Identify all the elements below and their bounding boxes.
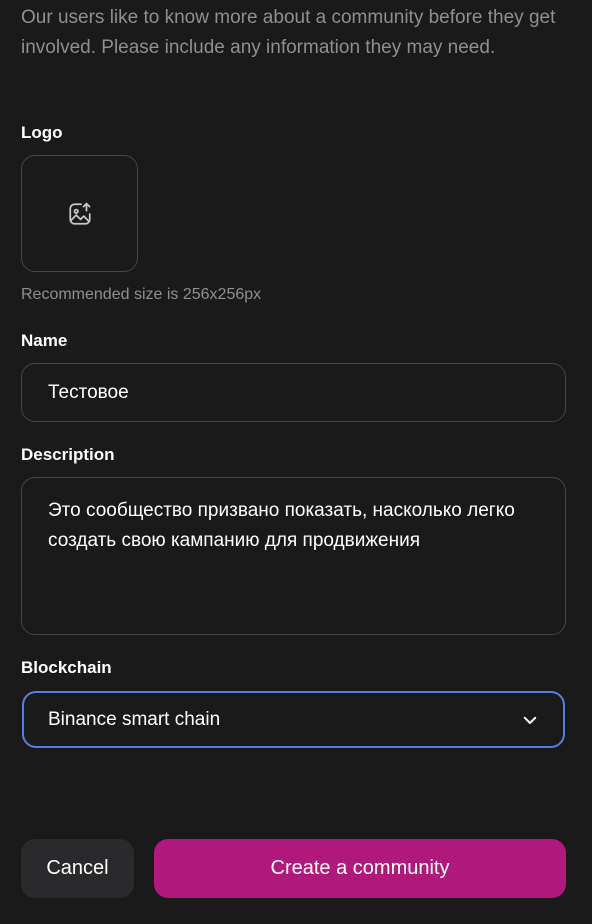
cancel-button[interactable]: Cancel — [21, 839, 134, 898]
logo-size-hint: Recommended size is 256x256px — [21, 286, 262, 303]
name-label: Name — [21, 331, 68, 350]
logo-label: Logo — [21, 123, 63, 142]
name-input[interactable] — [21, 363, 566, 422]
create-community-button[interactable]: Create a community — [154, 839, 566, 898]
chevron-down-icon — [521, 711, 539, 729]
intro-text: Our users like to know more about a comm… — [21, 7, 556, 58]
logo-upload-button[interactable] — [21, 155, 138, 272]
blockchain-select[interactable]: Binance smart chain — [22, 691, 565, 748]
blockchain-selected-value: Binance smart chain — [48, 708, 221, 730]
blockchain-label: Blockchain — [21, 658, 112, 677]
description-label: Description — [21, 445, 115, 464]
description-input[interactable]: Это сообщество призвано показать, наскол… — [21, 477, 566, 635]
image-upload-icon — [67, 201, 93, 227]
